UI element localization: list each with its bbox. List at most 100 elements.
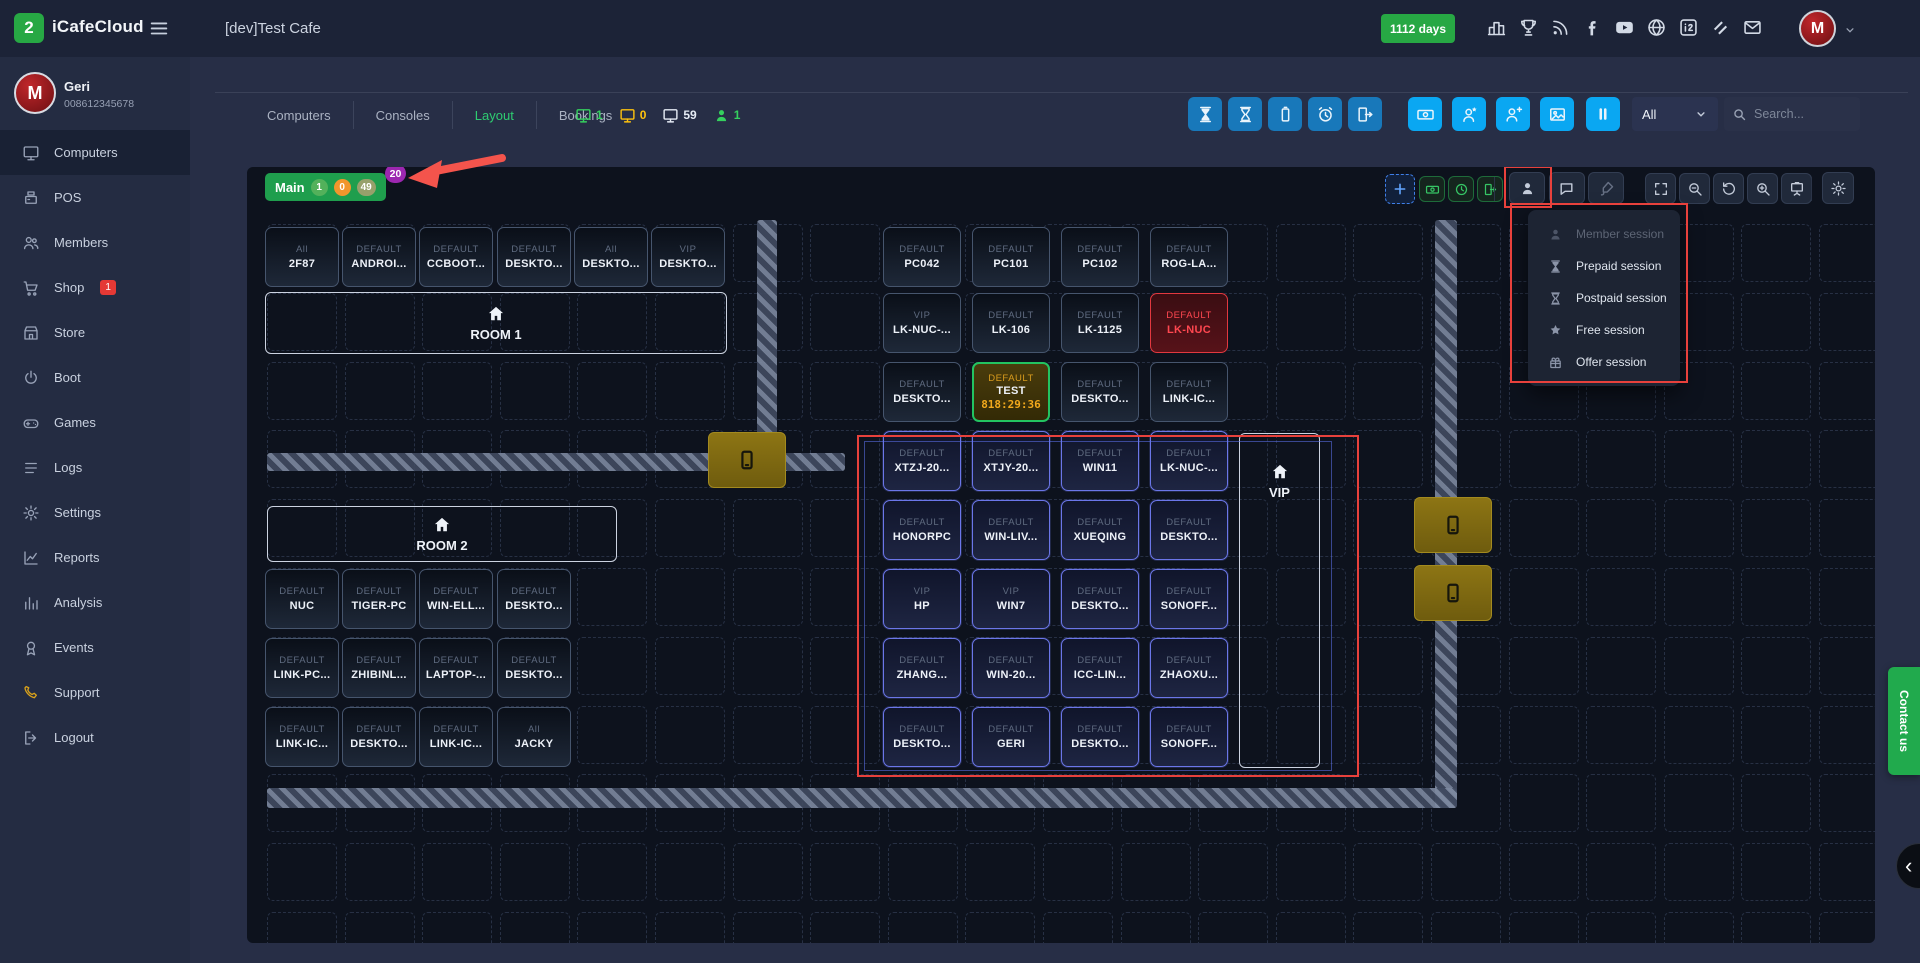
image-button[interactable]: [1540, 97, 1574, 131]
user-avatar[interactable]: M: [14, 72, 56, 114]
filter-select[interactable]: All: [1632, 97, 1718, 131]
menu-item-free-session[interactable]: Free session: [1528, 314, 1680, 346]
brush-button[interactable]: [1588, 172, 1624, 204]
computer-tile-SONOFF[interactable]: DEFAULTSONOFF...: [1150, 707, 1228, 767]
sidebar-item-support[interactable]: Support: [0, 670, 190, 715]
computer-tile-LK-NUC-[interactable]: VIPLK-NUC-...: [883, 293, 961, 353]
mail-link[interactable]: [1742, 17, 1763, 38]
computer-tile-PC102[interactable]: DEFAULTPC102: [1061, 227, 1139, 287]
hamburger-menu-icon[interactable]: [148, 17, 170, 39]
computer-tile-DESKTO[interactable]: DEFAULTDESKTO...: [1061, 362, 1139, 422]
sidebar-item-logs[interactable]: Logs: [0, 445, 190, 490]
chat-button[interactable]: [1549, 172, 1585, 204]
computer-tile-DESKTO[interactable]: DEFAULTDESKTO...: [1061, 569, 1139, 629]
doorout-button[interactable]: [1477, 176, 1503, 202]
computer-tile-DESKTO[interactable]: DEFAULTDESKTO...: [1061, 707, 1139, 767]
money-button[interactable]: [1408, 97, 1442, 131]
computer-tile-JACKY[interactable]: AllJACKY: [497, 707, 571, 767]
sidebar-item-settings[interactable]: Settings: [0, 490, 190, 535]
computer-tile-ICC-LIN[interactable]: DEFAULTICC-LIN...: [1061, 638, 1139, 698]
contact-us-tab[interactable]: Contact us: [1888, 667, 1920, 775]
computer-tile-HP[interactable]: VIPHP: [883, 569, 961, 629]
board-button[interactable]: [1781, 173, 1812, 204]
computer-tile-CCBOOT[interactable]: DEFAULTCCBOOT...: [419, 227, 493, 287]
days-remaining-badge[interactable]: 1112 days: [1381, 14, 1455, 43]
computer-tile-DESKTO[interactable]: DEFAULTDESKTO...: [497, 227, 571, 287]
computer-tile-DESKTO[interactable]: DEFAULTDESKTO...: [883, 707, 961, 767]
computer-tile-WIN-LIV[interactable]: DEFAULTWIN-LIV...: [972, 500, 1050, 560]
computer-tile-LINK-IC[interactable]: DEFAULTLINK-IC...: [1150, 362, 1228, 422]
computer-tile-LINK-IC[interactable]: DEFAULTLINK-IC...: [265, 707, 339, 767]
computer-tile-2F87[interactable]: All2F87: [265, 227, 339, 287]
computer-tile-WIN-ELL[interactable]: DEFAULTWIN-ELL...: [419, 569, 493, 629]
computer-tile-LK-1125[interactable]: DEFAULTLK-1125: [1061, 293, 1139, 353]
rss-link[interactable]: [1550, 17, 1571, 38]
computer-tile-TEST[interactable]: DEFAULTTEST818:29:36: [972, 362, 1050, 422]
sidebar-item-boot[interactable]: Boot: [0, 355, 190, 400]
hourglasso-button[interactable]: [1228, 97, 1262, 131]
phone-station-tile[interactable]: [708, 432, 786, 488]
alarm-button[interactable]: [1308, 97, 1342, 131]
layers-link[interactable]: [1710, 17, 1731, 38]
pause-button[interactable]: [1586, 97, 1620, 131]
computer-tile-TIGER-PC[interactable]: DEFAULTTIGER-PC: [342, 569, 416, 629]
hourglassf-button[interactable]: [1188, 97, 1222, 131]
search-input[interactable]: [1754, 107, 1844, 121]
computer-tile-ZHIBINL[interactable]: DEFAULTZHIBINL...: [342, 638, 416, 698]
sidebar-item-members[interactable]: Members: [0, 220, 190, 265]
computer-tile-DESKTO[interactable]: DEFAULTDESKTO...: [497, 638, 571, 698]
computer-tile-ROG-LA[interactable]: DEFAULTROG-LA...: [1150, 227, 1228, 287]
settings-button[interactable]: [1822, 172, 1854, 204]
menu-item-postpaid-session[interactable]: Postpaid session: [1528, 282, 1680, 314]
sidebar-item-shop[interactable]: Shop1: [0, 265, 190, 310]
computer-tile-DESKTO[interactable]: AllDESKTO...: [574, 227, 648, 287]
phone-station-tile[interactable]: [1414, 497, 1492, 553]
computer-tile-HONORPC[interactable]: DEFAULTHONORPC: [883, 500, 961, 560]
computer-tile-LINK-IC[interactable]: DEFAULTLINK-IC...: [419, 707, 493, 767]
computer-tile-DESKTO[interactable]: DEFAULTDESKTO...: [342, 707, 416, 767]
computer-tile-GERI[interactable]: DEFAULTGERI: [972, 707, 1050, 767]
i2-link[interactable]: [1678, 17, 1699, 38]
add-computer-button[interactable]: [1385, 174, 1415, 204]
edge-collapse-button[interactable]: ‹: [1896, 843, 1920, 889]
computer-tile-DESKTO[interactable]: DEFAULTDESKTO...: [497, 569, 571, 629]
sidebar-item-reports[interactable]: Reports: [0, 535, 190, 580]
person-button[interactable]: [1509, 172, 1545, 204]
computer-tile-ANDROI[interactable]: DEFAULTANDROI...: [342, 227, 416, 287]
computer-tile-LK-NUC[interactable]: DEFAULTLK-NUC: [1150, 293, 1228, 353]
expand-button[interactable]: [1645, 173, 1676, 204]
menu-item-member-session[interactable]: Member session: [1528, 218, 1680, 250]
computer-tile-LAPTOP-[interactable]: DEFAULTLAPTOP-...: [419, 638, 493, 698]
computer-tile-WIN7[interactable]: VIPWIN7: [972, 569, 1050, 629]
tab-layout[interactable]: Layout: [453, 108, 536, 123]
computer-tile-PC042[interactable]: DEFAULTPC042: [883, 227, 961, 287]
sidebar-item-events[interactable]: Events: [0, 625, 190, 670]
zoomin-button[interactable]: [1747, 173, 1778, 204]
computer-tile-XTZJ-20[interactable]: DEFAULTXTZJ-20...: [883, 431, 961, 491]
sidebar-item-logout[interactable]: Logout: [0, 715, 190, 760]
youtube-link[interactable]: [1614, 17, 1635, 38]
userstar-button[interactable]: [1452, 97, 1486, 131]
room-banner-vip[interactable]: VIP: [1239, 433, 1320, 768]
money-button[interactable]: [1419, 176, 1445, 202]
zone-main-button[interactable]: Main 1049: [265, 173, 386, 201]
zoomout-button[interactable]: [1679, 173, 1710, 204]
userplus-button[interactable]: [1496, 97, 1530, 131]
computer-tile-LK-106[interactable]: DEFAULTLK-106: [972, 293, 1050, 353]
clock-button[interactable]: [1448, 176, 1474, 202]
menu-item-prepaid-session[interactable]: Prepaid session: [1528, 250, 1680, 282]
computer-tile-XTJY-20[interactable]: DEFAULTXTJY-20...: [972, 431, 1050, 491]
sidebar-item-pos[interactable]: POS: [0, 175, 190, 220]
room-banner-room2[interactable]: ROOM 2: [267, 506, 617, 562]
computer-tile-WIN11[interactable]: DEFAULTWIN11: [1061, 431, 1139, 491]
tab-consoles[interactable]: Consoles: [354, 108, 452, 123]
sidebar-item-computers[interactable]: Computers: [0, 130, 190, 175]
computer-tile-ZHANG[interactable]: DEFAULTZHANG...: [883, 638, 961, 698]
doorout-button[interactable]: [1348, 97, 1382, 131]
computer-tile-DESKTO[interactable]: DEFAULTDESKTO...: [883, 362, 961, 422]
sidebar-item-games[interactable]: Games: [0, 400, 190, 445]
computer-tile-SONOFF[interactable]: DEFAULTSONOFF...: [1150, 569, 1228, 629]
tab-computers[interactable]: Computers: [245, 108, 353, 123]
computer-tile-WIN-20[interactable]: DEFAULTWIN-20...: [972, 638, 1050, 698]
computer-tile-NUC[interactable]: DEFAULTNUC: [265, 569, 339, 629]
